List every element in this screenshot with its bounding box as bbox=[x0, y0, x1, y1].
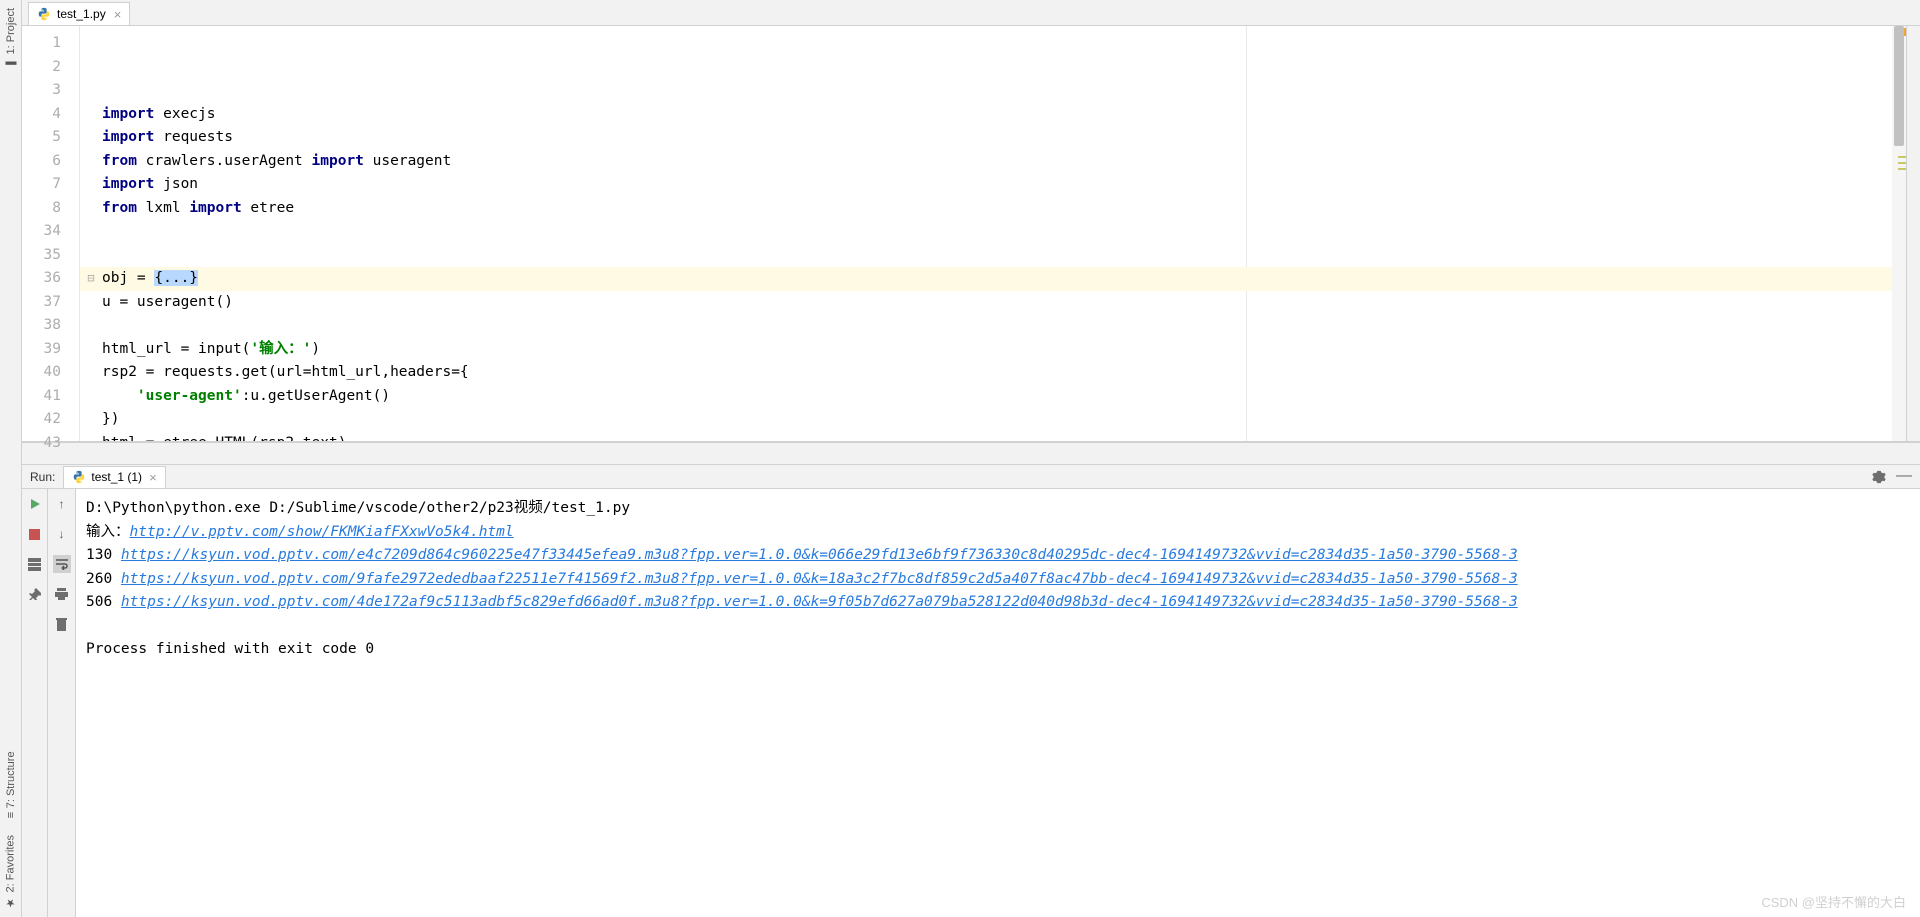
python-file-icon bbox=[37, 7, 51, 21]
run-left-toolbar-2: ↑ ↓ bbox=[48, 489, 76, 917]
print-button[interactable] bbox=[53, 585, 71, 603]
fold-toggle-icon[interactable]: ⊟ bbox=[86, 267, 96, 291]
up-button[interactable]: ↑ bbox=[53, 495, 71, 513]
tool-window-label: 2: Favorites bbox=[5, 835, 17, 892]
soft-wrap-button[interactable] bbox=[53, 555, 71, 573]
tool-window-favorites[interactable]: ★ 2: Favorites bbox=[2, 827, 19, 917]
run-left-toolbar bbox=[22, 489, 48, 917]
code-editor[interactable]: 1234567834353637383940414243 import exec… bbox=[22, 26, 1920, 442]
left-tool-strip: ▬ 1: Project ≡ 7: Structure ★ 2: Favorit… bbox=[0, 0, 22, 917]
console-link[interactable]: https://ksyun.vod.pptv.com/9fafe2972eded… bbox=[121, 571, 1518, 587]
run-label: Run: bbox=[30, 470, 55, 484]
layout-button[interactable] bbox=[26, 555, 44, 573]
watermark: CSDN @坚持不懈的大白 bbox=[1761, 892, 1906, 911]
console-link[interactable]: https://ksyun.vod.pptv.com/4de172af9c511… bbox=[121, 594, 1518, 610]
stop-button[interactable] bbox=[26, 525, 44, 543]
tool-window-project[interactable]: ▬ 1: Project bbox=[3, 0, 19, 78]
run-panel-header: Run: test_1 (1) × — bbox=[22, 465, 1920, 489]
code-content[interactable]: import execjs import requests from crawl… bbox=[80, 26, 1892, 441]
warning-marker[interactable] bbox=[1898, 162, 1906, 164]
tool-window-label: 7: Structure bbox=[5, 751, 17, 808]
run-config-tab[interactable]: test_1 (1) × bbox=[63, 466, 165, 488]
console-link[interactable]: https://ksyun.vod.pptv.com/e4c7209d864c9… bbox=[121, 547, 1518, 563]
run-panel: Run: test_1 (1) × — bbox=[22, 464, 1920, 917]
structure-icon: ≡ bbox=[5, 812, 17, 818]
editor-tab-title: test_1.py bbox=[57, 7, 106, 21]
line-gutter: 1234567834353637383940414243 bbox=[22, 26, 80, 441]
right-gutter bbox=[1906, 26, 1920, 441]
minimize-icon[interactable]: — bbox=[1896, 470, 1912, 484]
editor-scrollbar[interactable] bbox=[1892, 26, 1906, 441]
close-icon[interactable]: × bbox=[149, 470, 157, 485]
console-link[interactable]: http://v.pptv.com/show/FKMKiafFXxwVo5k4.… bbox=[130, 524, 514, 540]
close-icon[interactable]: × bbox=[114, 7, 122, 22]
console-output[interactable]: D:\Python\python.exe D:/Sublime/vscode/o… bbox=[76, 489, 1920, 917]
star-icon: ★ bbox=[4, 896, 17, 909]
folder-icon: ▬ bbox=[5, 58, 17, 70]
breadcrumb-bar bbox=[22, 442, 1920, 464]
run-config-title: test_1 (1) bbox=[91, 470, 142, 484]
warning-marker[interactable] bbox=[1898, 168, 1906, 170]
tool-window-label: 1: Project bbox=[5, 8, 17, 54]
scrollbar-thumb[interactable] bbox=[1894, 26, 1904, 146]
delete-button[interactable] bbox=[53, 615, 71, 633]
gear-icon[interactable] bbox=[1872, 470, 1886, 484]
editor-tab-bar: test_1.py × bbox=[22, 0, 1920, 26]
down-button[interactable]: ↓ bbox=[53, 525, 71, 543]
tool-window-structure[interactable]: ≡ 7: Structure bbox=[3, 743, 19, 826]
warning-marker[interactable] bbox=[1898, 156, 1906, 158]
rerun-button[interactable] bbox=[26, 495, 44, 513]
python-file-icon bbox=[72, 470, 86, 484]
pin-button[interactable] bbox=[26, 585, 44, 603]
editor-tab[interactable]: test_1.py × bbox=[28, 2, 130, 25]
